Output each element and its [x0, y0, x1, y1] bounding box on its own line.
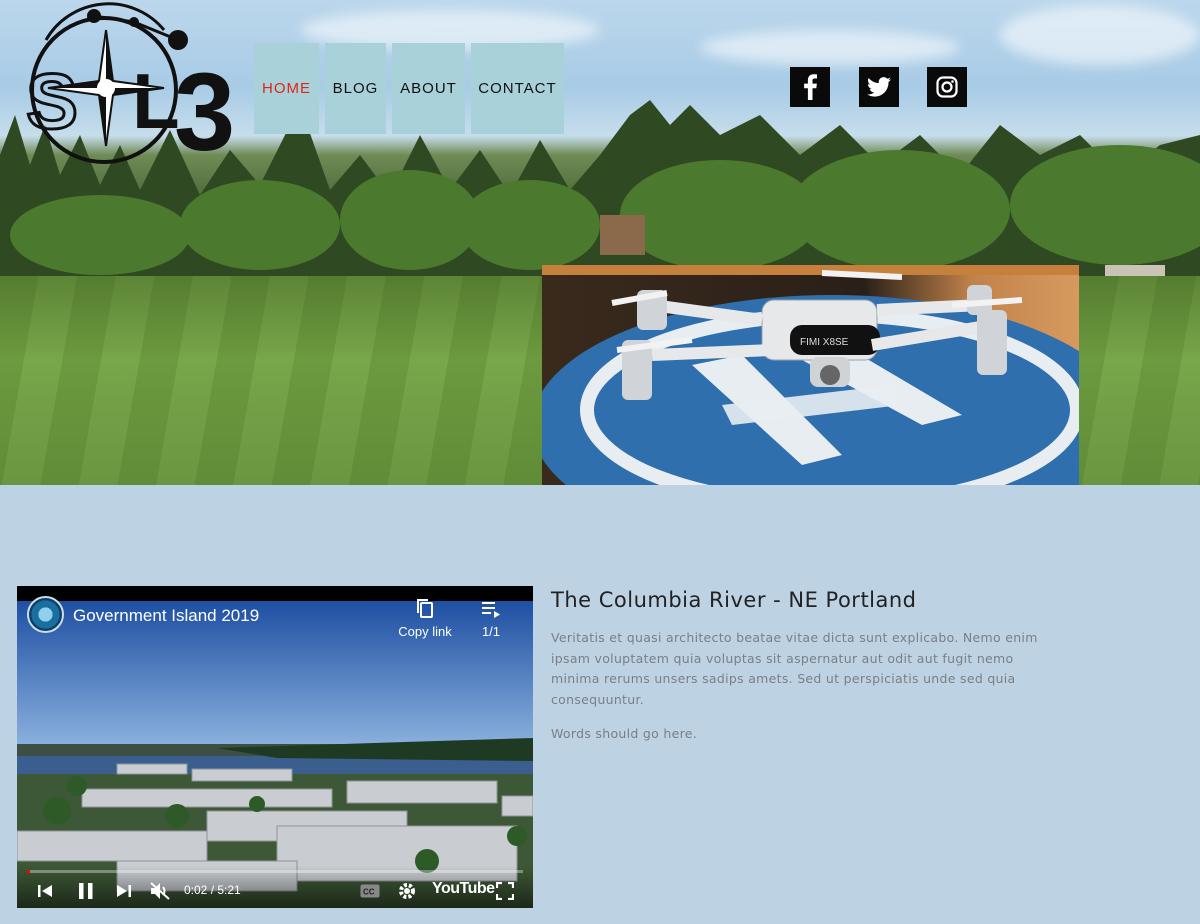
article-footer-text: Words should go here. — [551, 726, 697, 741]
copy-link-label: Copy link — [398, 624, 452, 639]
svg-text:3: 3 — [174, 51, 235, 174]
main-nav: HOME BLOG ABOUT CONTACT — [254, 43, 564, 134]
svg-text:S: S — [26, 57, 78, 145]
nav-contact[interactable]: CONTACT — [471, 43, 564, 134]
progress-bar[interactable] — [27, 870, 523, 873]
channel-avatar[interactable] — [27, 596, 64, 633]
captions-icon[interactable]: CC — [360, 884, 380, 898]
youtube-logo[interactable]: YouTube — [432, 880, 495, 898]
facebook-icon — [804, 74, 817, 100]
svg-text:L: L — [132, 57, 180, 145]
nav-blog[interactable]: BLOG — [325, 43, 386, 134]
instagram-icon — [936, 76, 958, 98]
nav-home[interactable]: HOME — [254, 43, 319, 134]
next-icon[interactable] — [116, 883, 132, 899]
video-frame — [17, 586, 533, 908]
article: The Columbia River - NE Portland Veritat… — [551, 586, 1061, 745]
playlist-count: 1/1 — [481, 624, 501, 639]
playlist-button[interactable]: 1/1 — [475, 598, 507, 639]
svg-text:CC: CC — [363, 888, 375, 897]
twitter-link[interactable] — [859, 67, 899, 107]
video-title[interactable]: Government Island 2019 — [73, 606, 259, 626]
hero-banner: S L 3 HOME BLOG ABOUT CONTACT FIMI X8SE — [0, 0, 1200, 485]
article-body: Veritatis et quasi architecto beatae vit… — [551, 630, 1038, 707]
playlist-icon — [482, 602, 500, 618]
drone-photo: FIMI X8SE — [542, 265, 1079, 485]
fullscreen-icon[interactable] — [496, 882, 514, 900]
previous-icon[interactable] — [37, 883, 53, 899]
facebook-link[interactable] — [790, 67, 830, 107]
mute-icon[interactable] — [149, 881, 171, 901]
nav-about[interactable]: ABOUT — [392, 43, 465, 134]
instagram-link[interactable] — [927, 67, 967, 107]
article-title: The Columbia River - NE Portland — [551, 588, 917, 612]
copy-link-button[interactable]: Copy link — [395, 598, 455, 639]
video-time: 0:02 / 5:21 — [184, 883, 241, 897]
settings-icon[interactable] — [397, 881, 417, 901]
youtube-video-player[interactable]: Government Island 2019 Copy link 1/1 0:0… — [17, 586, 533, 908]
progress-fill — [27, 870, 30, 873]
twitter-icon — [867, 77, 891, 97]
svg-text:FIMI X8SE: FIMI X8SE — [800, 337, 849, 348]
sol3-logo[interactable]: S L 3 — [14, 0, 240, 180]
pause-icon[interactable] — [77, 881, 95, 901]
copy-icon — [417, 599, 433, 618]
